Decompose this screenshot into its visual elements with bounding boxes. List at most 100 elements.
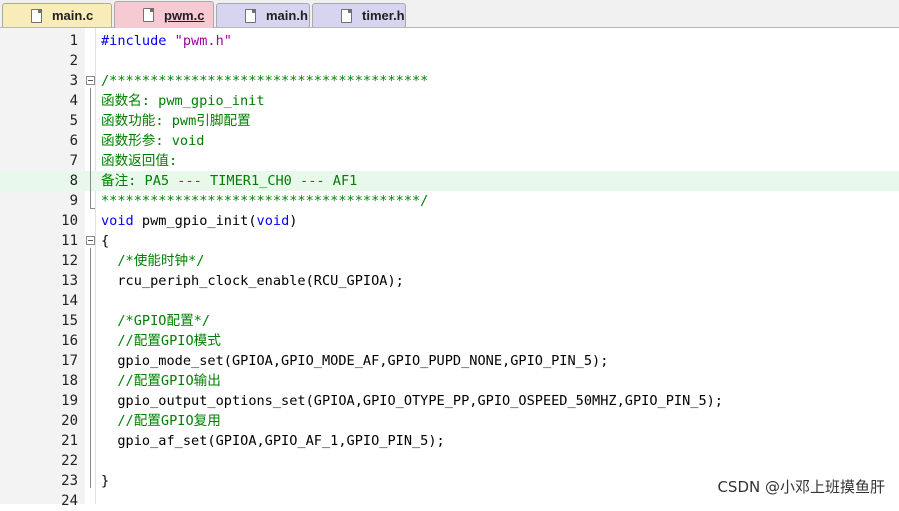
code-token: #include — [101, 33, 175, 49]
line-number: 12 — [61, 253, 78, 269]
code-line[interactable]: 10 void pwm_gpio_init(void) — [0, 211, 899, 231]
tab-label: pwm.c — [164, 7, 205, 23]
code-token: pwm_gpio_init( — [133, 213, 257, 229]
line-number: 10 — [61, 213, 78, 229]
code-line[interactable]: 8 备注: PA5 --- TIMER1_CH0 --- AF1 — [0, 171, 899, 191]
line-number: 17 — [61, 353, 78, 369]
watermark: CSDN @小邓上班摸鱼肝 — [717, 478, 885, 496]
line-number: 21 — [61, 433, 78, 449]
code-token: { — [101, 233, 110, 249]
fold-guide — [90, 88, 91, 208]
code-line[interactable]: 11 { — [0, 231, 899, 251]
line-number: 15 — [61, 313, 78, 329]
code-token: gpio_mode_set(GPIOA,GPIO_MODE_AF,GPIO_PU… — [101, 353, 609, 369]
code-line[interactable]: 15 /*GPIO配置*/ — [0, 311, 899, 331]
line-number: 22 — [61, 453, 78, 469]
code-token: //配置GPIO模式 — [117, 333, 221, 349]
line-number: 9 — [69, 193, 78, 209]
code-token: rcu_periph_clock_enable(RCU_GPIOA); — [101, 273, 404, 289]
code-token: gpio_output_options_set(GPIOA,GPIO_OTYPE… — [101, 393, 723, 409]
line-number: 4 — [69, 93, 78, 109]
line-number: 2 — [69, 53, 78, 69]
code-line[interactable]: 6 函数形参: void — [0, 131, 899, 151]
code-text: void pwm_gpio_init(void) — [101, 211, 297, 231]
fold-guide — [90, 248, 91, 488]
code-line[interactable]: 16 //配置GPIO模式 — [0, 331, 899, 351]
tab-main-c[interactable]: main.c — [2, 3, 112, 27]
file-icon — [143, 8, 154, 22]
code-token: /*使能时钟*/ — [117, 253, 205, 269]
code-token: void — [256, 213, 290, 229]
code-text: //配置GPIO模式 — [101, 331, 221, 351]
code-line[interactable]: 1 #include "pwm.h" — [0, 31, 899, 51]
code-text: gpio_af_set(GPIOA,GPIO_AF_1,GPIO_PIN_5); — [101, 431, 445, 451]
code-text: gpio_mode_set(GPIOA,GPIO_MODE_AF,GPIO_PU… — [101, 351, 608, 371]
code-text: rcu_periph_clock_enable(RCU_GPIOA); — [101, 271, 404, 291]
line-number: 3 — [69, 73, 78, 89]
code-line[interactable]: 22 — [0, 451, 899, 471]
code-text: 函数返回值: — [101, 151, 177, 171]
code-text: #include "pwm.h" — [101, 31, 232, 51]
code-text: 备注: PA5 --- TIMER1_CH0 --- AF1 — [101, 171, 357, 191]
line-number: 14 — [61, 293, 78, 309]
code-line[interactable]: 9 ***************************************… — [0, 191, 899, 211]
tab-label: timer.h — [362, 8, 405, 23]
code-line[interactable]: 21 gpio_af_set(GPIOA,GPIO_AF_1,GPIO_PIN_… — [0, 431, 899, 451]
line-number: 16 — [61, 333, 78, 349]
code-text: //配置GPIO复用 — [101, 411, 221, 431]
fold-guide-end — [90, 208, 95, 209]
line-number: 1 — [69, 33, 78, 49]
line-number: 13 — [61, 273, 78, 289]
code-token: } — [101, 473, 110, 489]
line-number: 20 — [61, 413, 78, 429]
code-line[interactable]: 12 /*使能时钟*/ — [0, 251, 899, 271]
code-editor[interactable]: 1 #include "pwm.h" 2 3/********************… — [0, 28, 899, 509]
code-text: 函数名: pwm_gpio_init — [101, 91, 265, 111]
code-line[interactable]: 3 /**************************************… — [0, 71, 899, 91]
code-line[interactable]: 20 //配置GPIO复用 — [0, 411, 899, 431]
code-token: "pwm.h" — [174, 33, 232, 49]
tab-bar: main.c pwm.c main.h timer.h — [0, 0, 899, 28]
line-number: 23 — [61, 473, 78, 489]
code-line[interactable]: 13 rcu_periph_clock_enable(RCU_GPIOA); — [0, 271, 899, 291]
code-token: gpio_af_set(GPIOA,GPIO_AF_1,GPIO_PIN_5); — [101, 433, 445, 449]
code-text: 函数功能: pwm引脚配置 — [101, 111, 251, 131]
code-line[interactable]: 2 — [0, 51, 899, 71]
fold-toggle-icon[interactable] — [86, 76, 95, 85]
tab-timer-h[interactable]: timer.h — [312, 3, 406, 27]
code-text: gpio_output_options_set(GPIOA,GPIO_OTYPE… — [101, 391, 723, 411]
code-token: ) — [289, 213, 298, 229]
code-text: //配置GPIO输出 — [101, 371, 220, 391]
tab-pwm-c[interactable]: pwm.c — [114, 1, 214, 28]
code-token: void — [101, 213, 134, 229]
tab-label: main.h — [266, 8, 308, 23]
code-token: ***************************************/ — [101, 193, 429, 209]
code-line[interactable]: 7 函数返回值: — [0, 151, 899, 171]
line-number: 7 — [69, 153, 78, 169]
tab-main-h[interactable]: main.h — [216, 3, 310, 27]
line-number: 5 — [69, 113, 78, 129]
line-number: 8 — [69, 173, 78, 189]
code-text: 函数形参: void — [101, 131, 204, 151]
code-text: /*GPIO配置*/ — [101, 311, 210, 331]
file-icon — [31, 8, 42, 23]
code-text: /*************************************** — [101, 71, 428, 91]
fold-toggle-icon[interactable] — [86, 236, 95, 245]
line-number: 11 — [61, 233, 78, 249]
code-line[interactable]: 19 gpio_output_options_set(GPIOA,GPIO_OT… — [0, 391, 899, 411]
code-text: { — [101, 231, 109, 251]
code-text: /*使能时钟*/ — [101, 251, 205, 271]
code-line[interactable]: 5 函数功能: pwm引脚配置 — [0, 111, 899, 131]
line-number: 18 — [61, 373, 78, 389]
code-line[interactable]: 4 函数名: pwm_gpio_init — [0, 91, 899, 111]
code-line[interactable]: 18 //配置GPIO输出 — [0, 371, 899, 391]
code-line[interactable]: 17 gpio_mode_set(GPIOA,GPIO_MODE_AF,GPIO… — [0, 351, 899, 371]
code-token: 函数功能: pwm引脚配置 — [101, 113, 251, 129]
code-line[interactable]: 14 — [0, 291, 899, 311]
code-token: /*GPIO配置*/ — [117, 313, 211, 329]
code-token: //配置GPIO复用 — [117, 413, 221, 429]
